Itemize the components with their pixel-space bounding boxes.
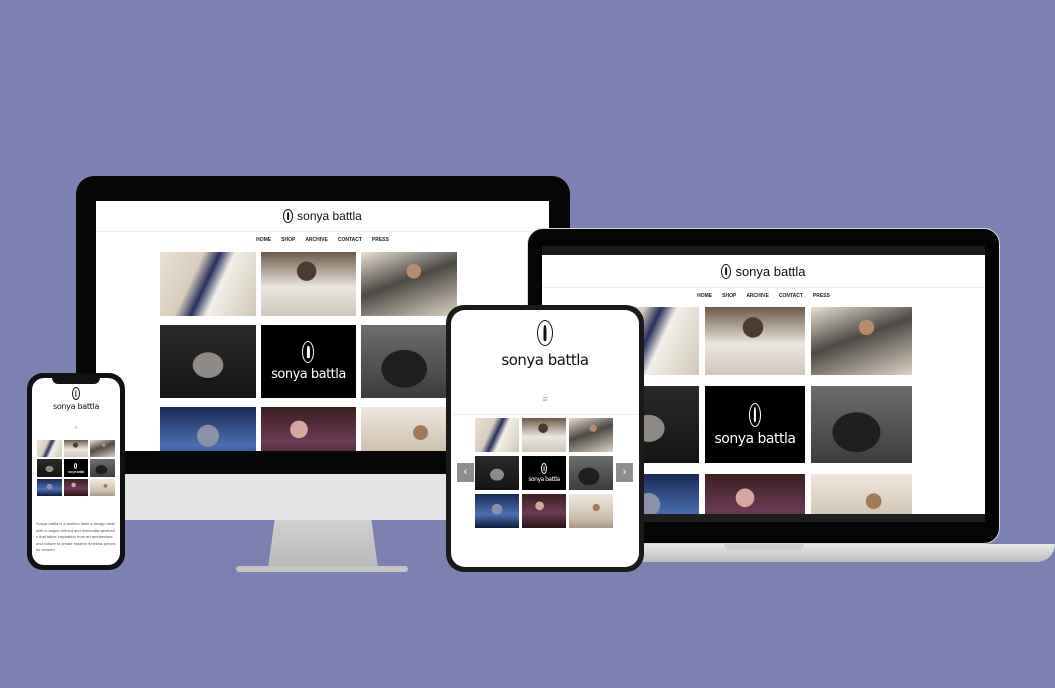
gallery-photo[interactable] — [569, 494, 613, 528]
tile-brand-name: sonya battla — [68, 469, 84, 474]
gallery-photo[interactable] — [361, 325, 457, 398]
laptop-notch — [724, 544, 804, 551]
gallery-grid: sonya battla — [598, 307, 912, 522]
nav-contact[interactable]: CONTACT — [338, 237, 362, 243]
gallery-photo[interactable] — [811, 386, 912, 463]
logo-icon — [74, 462, 78, 469]
brand-name: sonya battla — [501, 351, 589, 369]
gallery-photo[interactable] — [475, 418, 519, 452]
gallery-photo[interactable] — [37, 459, 62, 477]
nav-home[interactable]: HOME — [256, 237, 271, 243]
gallery-logo-tile[interactable]: sonya battla — [260, 325, 357, 398]
main-nav: HOME SHOP ARCHIVE CONTACT PRESS — [542, 293, 985, 299]
gallery-photo[interactable] — [522, 418, 566, 452]
nav-shop[interactable]: SHOP — [722, 293, 736, 299]
menu-icon[interactable]: ≡ — [537, 394, 553, 404]
gallery-photo[interactable] — [160, 325, 256, 398]
site-header: sonya battla — [96, 201, 549, 231]
main-nav: HOME SHOP ARCHIVE CONTACT PRESS — [96, 237, 549, 243]
brand-name: sonya battla — [297, 209, 362, 223]
gallery-grid: sonya battla — [160, 252, 457, 451]
gallery-photo[interactable] — [569, 456, 613, 490]
nav-contact[interactable]: CONTACT — [779, 293, 803, 299]
logo-icon — [283, 209, 294, 223]
gallery-photo[interactable] — [63, 479, 89, 496]
next-arrow-icon[interactable]: › — [616, 463, 633, 482]
gallery-photo[interactable] — [569, 418, 613, 452]
gallery-photo[interactable] — [475, 494, 519, 528]
nav-press[interactable]: PRESS — [372, 237, 389, 243]
logo-icon — [748, 402, 761, 427]
gallery-photo[interactable] — [260, 252, 357, 316]
nav-archive[interactable]: ARCHIVE — [746, 293, 769, 299]
imac-stand — [268, 520, 378, 568]
brand-logo[interactable]: sonya battla — [542, 255, 985, 287]
logo-icon — [72, 387, 80, 400]
gallery-photo[interactable] — [361, 252, 457, 316]
gallery-photo[interactable] — [811, 307, 912, 375]
tablet-screen: sonya battla ≡ sonya battla ‹ › — [451, 310, 639, 567]
logo-icon — [541, 463, 547, 474]
gallery-photo[interactable] — [90, 479, 115, 496]
gallery-photo[interactable] — [90, 459, 115, 477]
prev-arrow-icon[interactable]: ‹ — [457, 463, 474, 482]
gallery-photo[interactable] — [160, 252, 256, 316]
brand-logo[interactable]: sonya battla — [32, 387, 120, 411]
brand-logo[interactable]: sonya battla — [451, 320, 639, 369]
gallery-photo[interactable] — [37, 479, 62, 496]
nav-archive[interactable]: ARCHIVE — [305, 237, 328, 243]
gallery-photo[interactable] — [361, 407, 457, 451]
site-header: sonya battla — [542, 255, 985, 287]
gallery-logo-tile[interactable]: sonya battla — [704, 386, 806, 463]
tile-brand-name: sonya battla — [714, 430, 796, 447]
site-header: sonya battla — [32, 387, 120, 411]
gallery-logo-tile[interactable]: sonya battla — [522, 456, 566, 490]
gallery-photo[interactable] — [522, 494, 566, 528]
logo-icon — [302, 341, 315, 363]
gallery-photo[interactable] — [90, 440, 115, 457]
gallery-photo[interactable] — [63, 440, 89, 457]
nav-home[interactable]: HOME — [697, 293, 712, 299]
tile-brand-name: sonya battla — [271, 367, 346, 382]
menu-icon[interactable]: ≡ — [70, 425, 82, 431]
browser-toolbar — [542, 246, 985, 255]
gallery-grid: sonya battla — [37, 440, 115, 496]
nav-press[interactable]: PRESS — [813, 293, 830, 299]
nav-shop[interactable]: SHOP — [281, 237, 295, 243]
gallery-photo[interactable] — [475, 456, 519, 490]
gallery-logo-tile[interactable]: sonya battla — [63, 459, 89, 477]
gallery-photo[interactable] — [704, 307, 806, 375]
gallery-photo[interactable] — [160, 407, 256, 451]
tile-brand-name: sonya battla — [528, 476, 560, 483]
phone-notch — [52, 377, 100, 384]
gallery-grid: sonya battla — [475, 418, 613, 528]
imac-foot — [236, 566, 408, 572]
gallery-photo[interactable] — [260, 407, 357, 451]
brand-name: sonya battla — [735, 263, 806, 279]
phone-screen: sonya battla ≡ sonya battla Sonya battla… — [32, 378, 120, 565]
brand-name: sonya battla — [52, 402, 100, 411]
logo-icon — [721, 263, 732, 279]
logo-icon — [537, 320, 553, 346]
about-text: Sonya battla is a fashion label a design… — [36, 521, 116, 552]
brand-logo[interactable]: sonya battla — [96, 201, 549, 231]
gallery-photo[interactable] — [37, 440, 62, 457]
site-header: sonya battla — [451, 320, 639, 369]
